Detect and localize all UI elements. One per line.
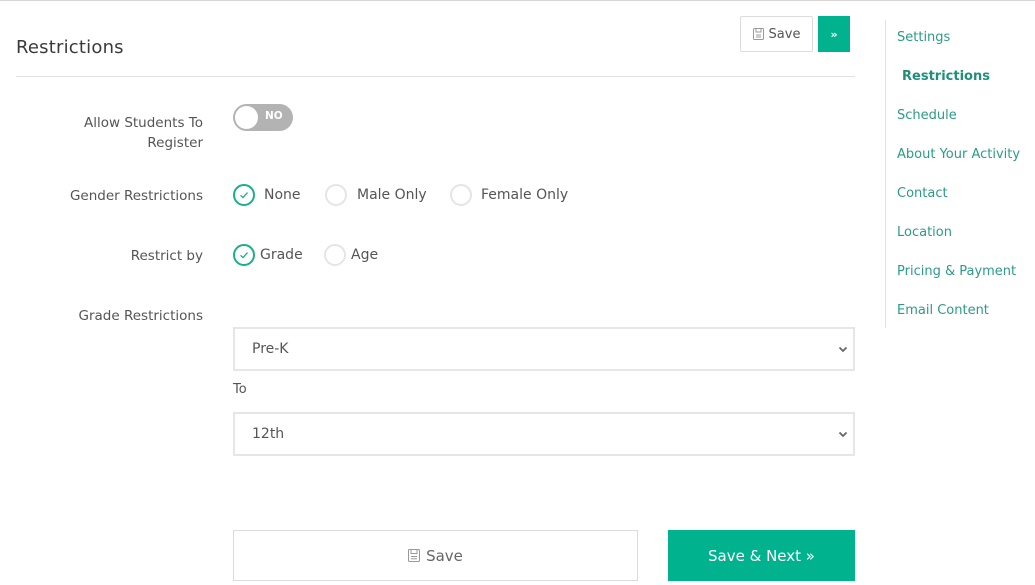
radio-empty-icon bbox=[325, 184, 347, 206]
chevron-down-icon bbox=[838, 431, 848, 438]
chevron-down-icon bbox=[838, 346, 848, 353]
restrict-by-radio-age-label: Age bbox=[351, 247, 379, 263]
save-button-bottom-label: Save bbox=[426, 546, 463, 565]
title-divider bbox=[16, 76, 855, 77]
grade-from-select[interactable]: Pre-K bbox=[233, 327, 855, 371]
save-button-bottom[interactable]: Save bbox=[233, 530, 638, 581]
gender-radio-female-only[interactable]: Female Only bbox=[450, 184, 568, 206]
allow-register-toggle[interactable]: NO bbox=[233, 104, 293, 131]
next-button-top[interactable]: » bbox=[818, 16, 850, 52]
nav-item-about-your-activity[interactable]: About Your Activity bbox=[897, 147, 1020, 162]
grade-to-select[interactable]: 12th bbox=[233, 412, 855, 456]
restrict-by-radio-grade[interactable]: Grade bbox=[233, 244, 303, 266]
floppy-disk-icon bbox=[752, 28, 764, 40]
grade-to-value: 12th bbox=[252, 426, 285, 442]
nav-item-email-content[interactable]: Email Content bbox=[897, 303, 989, 318]
toggle-state-text: NO bbox=[265, 110, 283, 122]
radio-check-icon bbox=[233, 244, 255, 266]
grade-restrictions-label: Grade Restrictions bbox=[78, 308, 203, 324]
grade-from-value: Pre-K bbox=[252, 341, 289, 357]
save-and-next-button[interactable]: Save & Next » bbox=[668, 530, 855, 581]
nav-item-contact[interactable]: Contact bbox=[897, 186, 948, 201]
radio-empty-icon bbox=[450, 184, 472, 206]
save-button-top-label: Save bbox=[768, 26, 801, 42]
gender-radio-male-only-label: Male Only bbox=[357, 187, 427, 203]
restrict-by-radio-grade-label: Grade bbox=[260, 247, 303, 263]
restrict-by-label: Restrict by bbox=[130, 248, 203, 264]
gender-radio-female-only-label: Female Only bbox=[481, 187, 569, 203]
radio-empty-icon bbox=[324, 244, 346, 266]
nav-item-schedule[interactable]: Schedule bbox=[897, 108, 957, 123]
allow-register-label-line1: Allow Students To bbox=[83, 115, 203, 131]
radio-check-icon bbox=[233, 184, 255, 206]
gender-radio-male-only[interactable]: Male Only bbox=[325, 184, 427, 206]
allow-register-label-line2: Register bbox=[147, 135, 203, 151]
top-border bbox=[0, 0, 1035, 1]
gender-restrictions-label: Gender Restrictions bbox=[69, 188, 203, 204]
floppy-disk-icon bbox=[408, 549, 421, 562]
nav-item-restrictions[interactable]: Restrictions bbox=[902, 69, 990, 84]
nav-item-location[interactable]: Location bbox=[897, 225, 952, 240]
gender-radio-none[interactable]: None bbox=[233, 184, 301, 206]
gender-radio-none-label: None bbox=[264, 187, 301, 203]
save-button-top[interactable]: Save bbox=[740, 16, 813, 52]
section-nav: Settings Restrictions Schedule About You… bbox=[885, 20, 1035, 328]
restrict-by-radio-age[interactable]: Age bbox=[324, 244, 378, 266]
allow-register-label: Allow Students To Register bbox=[84, 113, 203, 153]
toggle-knob bbox=[235, 106, 258, 129]
nav-item-pricing-payment[interactable]: Pricing & Payment bbox=[897, 264, 1016, 279]
nav-item-settings[interactable]: Settings bbox=[897, 30, 950, 45]
page-title: Restrictions bbox=[16, 37, 124, 58]
grade-to-label: To bbox=[233, 382, 247, 397]
